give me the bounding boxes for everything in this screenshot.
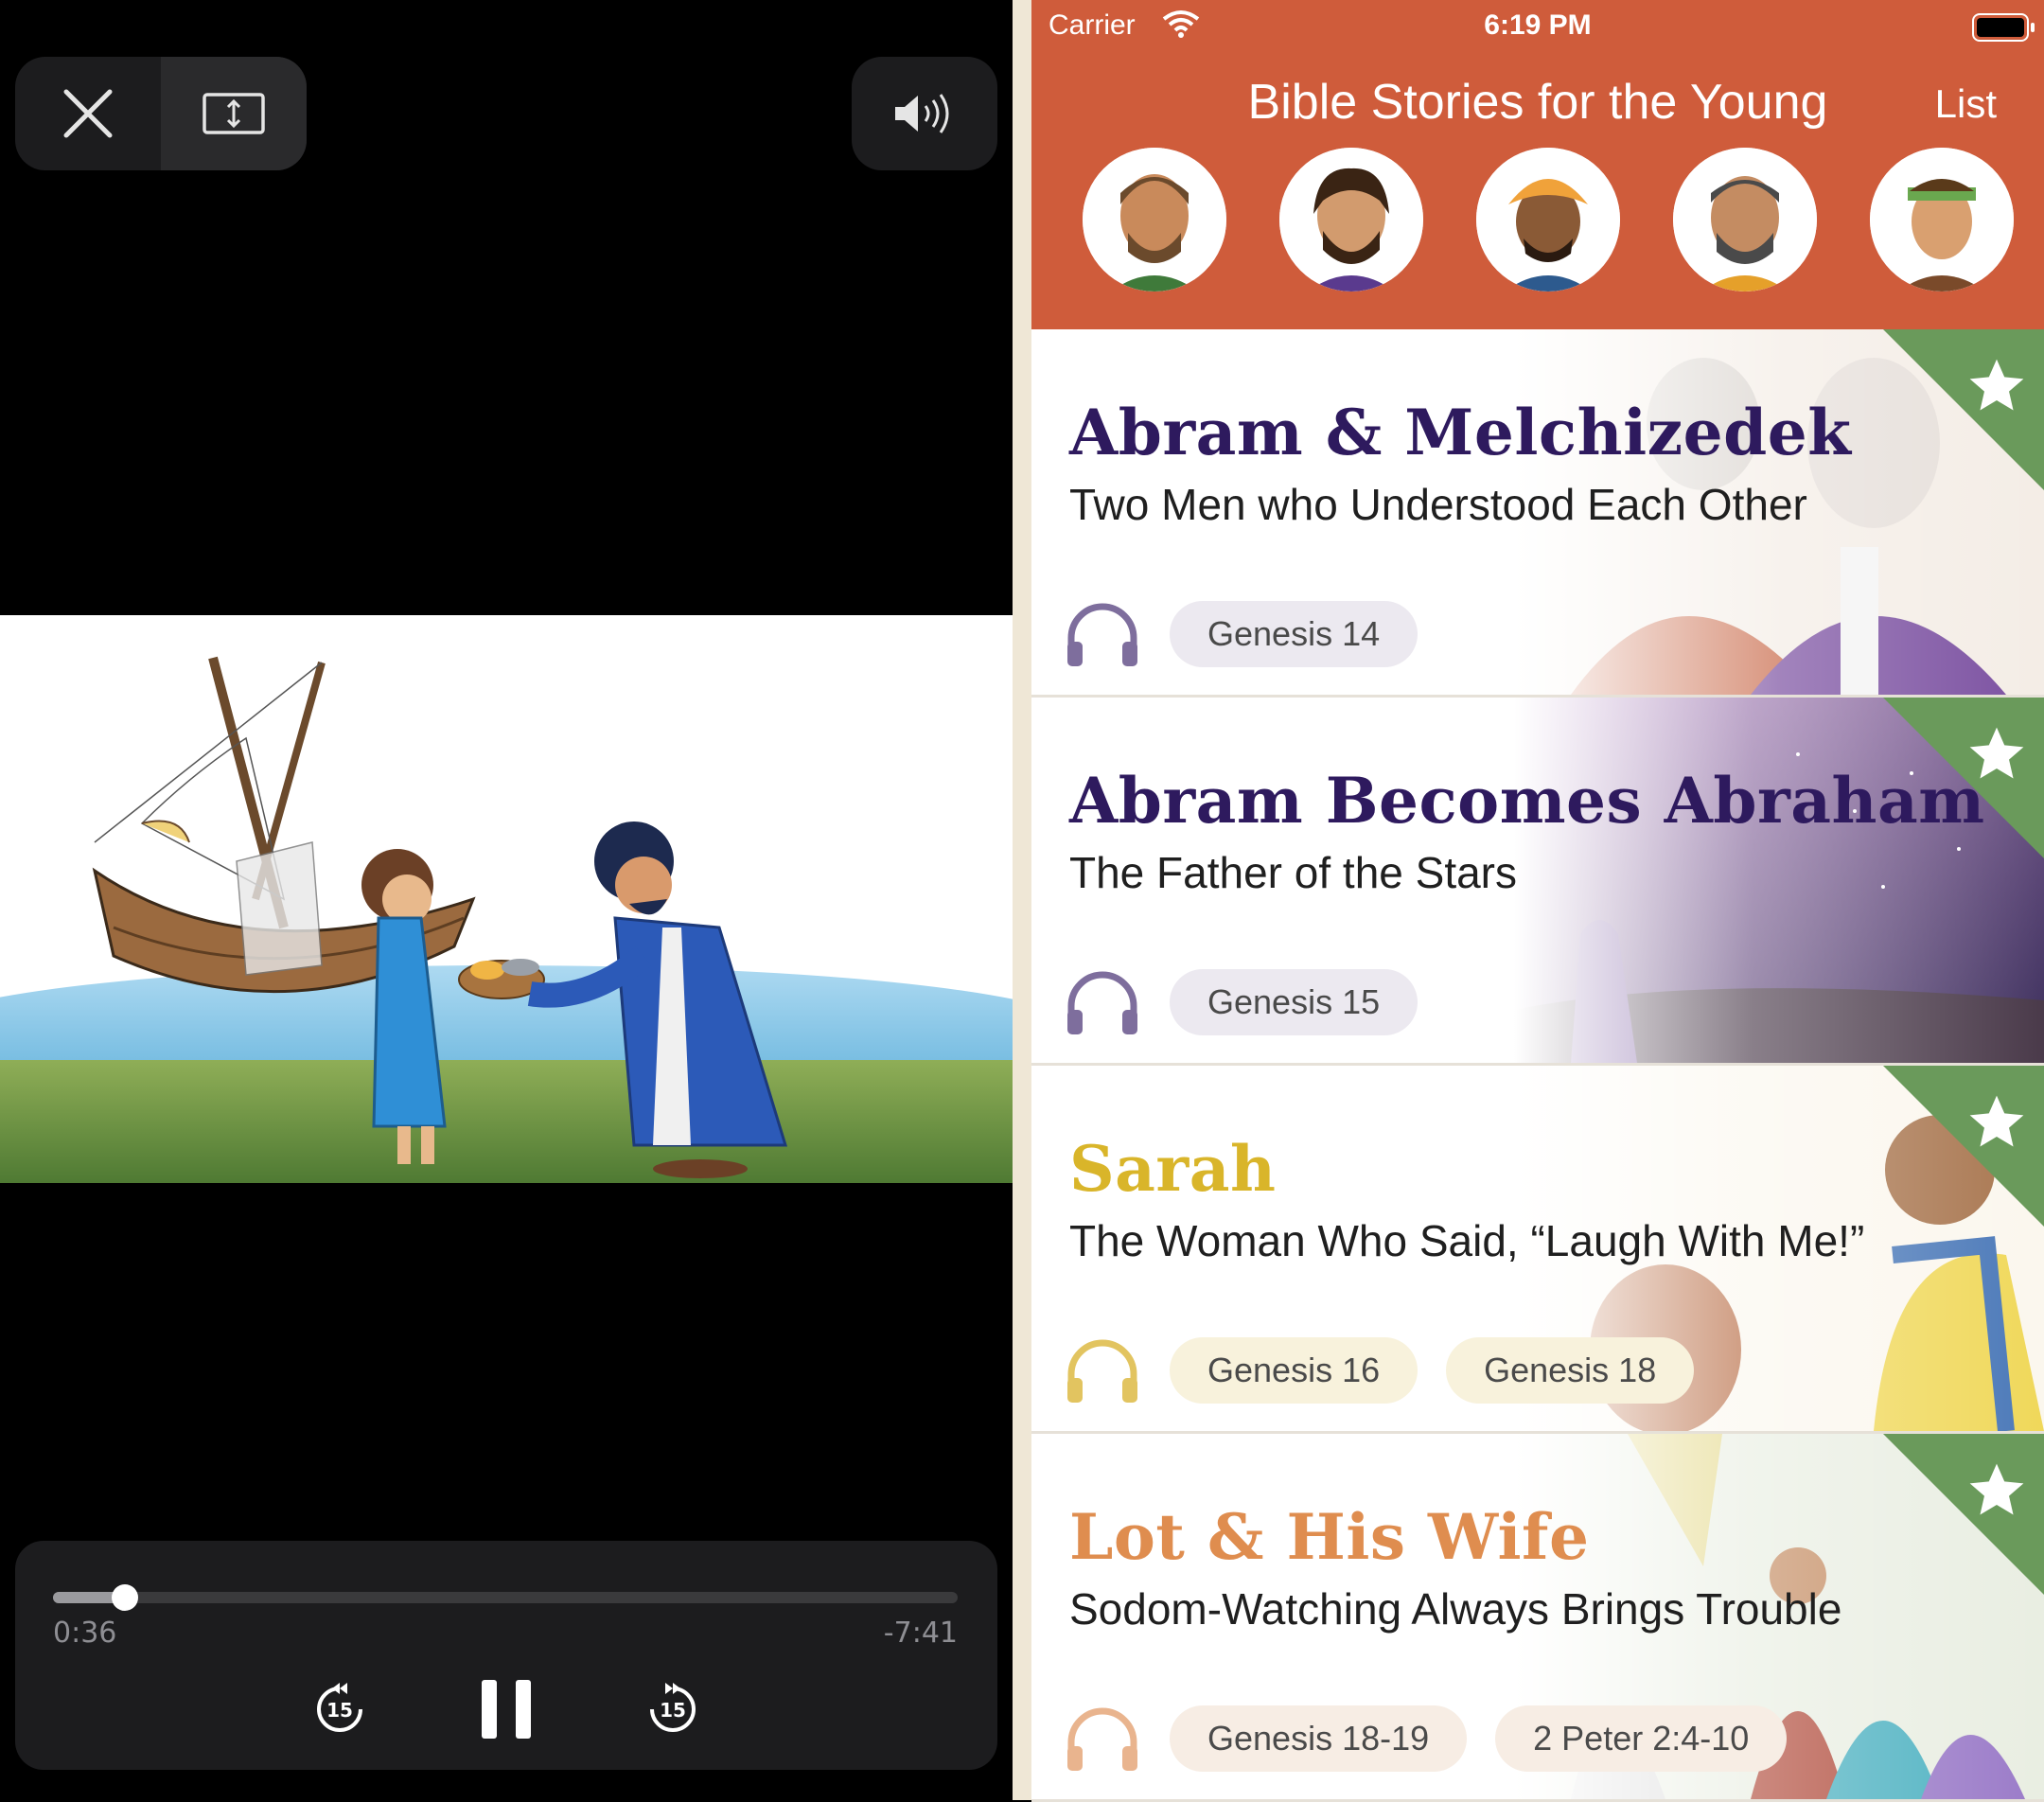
volume-icon [895,94,949,133]
video-frame[interactable] [0,615,1013,1183]
star-icon[interactable] [1965,354,2029,418]
story-title: Lot & His Wife [1069,1500,1590,1574]
close-icon [63,89,113,138]
bible-stories-app: Carrier 6:19 PM Bible Stories for the Yo… [1013,0,2044,1802]
character-face-icon [1083,148,1226,292]
avatar-2[interactable] [1279,148,1423,292]
reference-pill[interactable]: Genesis 18-19 [1170,1705,1468,1772]
status-time: 6:19 PM [1484,9,1592,41]
story-subtitle: Two Men who Understood Each Other [1069,480,1807,529]
reference-pill[interactable]: Genesis 15 [1170,969,1418,1035]
story-subtitle: The Father of the Stars [1069,848,1518,897]
video-illustration [0,615,1013,1183]
star-icon[interactable] [1965,1458,2029,1523]
headphones-icon[interactable] [1064,1705,1141,1773]
video-player: 0:36 -7:41 15 15 [0,0,1013,1800]
avatar-5[interactable] [1870,148,2014,292]
battery-icon [1972,13,2035,42]
rewind-15-icon: 15 [317,1683,362,1732]
rewind-seconds: 15 [326,1699,353,1722]
pause-icon [482,1680,531,1739]
avatar-1[interactable] [1083,148,1226,292]
resize-button[interactable] [161,57,307,170]
story-meta: Genesis 18-19 2 Peter 2:4-10 [1064,1705,1788,1773]
rewind-button[interactable]: 15 [294,1664,385,1755]
headphones-icon[interactable] [1064,1336,1141,1404]
reference-pill[interactable]: Genesis 18 [1446,1337,1695,1404]
character-face-icon [1870,148,2014,292]
story-meta: Genesis 14 [1064,600,1418,668]
remaining-time: -7:41 [883,1616,958,1650]
star-icon[interactable] [1965,1090,2029,1155]
forward-button[interactable]: 15 [627,1664,718,1755]
player-top-controls [15,57,307,170]
headphones-icon[interactable] [1064,968,1141,1036]
character-face-icon [1279,148,1423,292]
reference-pill[interactable]: 2 Peter 2:4-10 [1495,1705,1788,1772]
playback-controls: 0:36 -7:41 15 15 [15,1541,997,1770]
app-title: Bible Stories for the Young [1247,75,1828,130]
reference-pill[interactable]: Genesis 14 [1170,601,1418,667]
transport-row: 15 15 [15,1664,997,1755]
forward-15-icon: 15 [650,1683,696,1732]
character-face-icon [1673,148,1817,292]
story-card[interactable]: Sarah The Woman Who Said, “Laugh With Me… [1031,1066,2044,1434]
avatar-3[interactable] [1476,148,1620,292]
current-time: 0:36 [53,1616,117,1650]
resize-icon [203,93,265,134]
story-meta: Genesis 15 [1064,968,1418,1036]
avatar-4[interactable] [1673,148,1817,292]
character-face-icon [1476,148,1620,292]
close-button[interactable] [15,57,161,170]
pause-button[interactable] [461,1664,552,1755]
story-subtitle: The Woman Who Said, “Laugh With Me!” [1069,1216,1865,1265]
story-title: Abram Becomes Abraham [1069,764,1985,838]
story-subtitle: Sodom-Watching Always Brings Trouble [1069,1584,1842,1634]
side-strip [1013,0,1031,1800]
story-meta: Genesis 16 Genesis 18 [1064,1336,1695,1404]
headphones-icon[interactable] [1064,600,1141,668]
volume-button[interactable] [852,57,997,170]
story-list: Abram & Melchizedek Two Men who Understo… [1031,329,2044,1802]
story-card[interactable]: Abram & Melchizedek Two Men who Understo… [1031,329,2044,698]
app-header: Carrier 6:19 PM Bible Stories for the Yo… [1031,0,2044,329]
story-card[interactable]: Abram Becomes Abraham The Father of the … [1031,698,2044,1066]
character-avatars [1031,148,2044,299]
progress-track[interactable] [53,1584,958,1611]
story-card[interactable]: Lot & His Wife Sodom-Watching Always Bri… [1031,1434,2044,1802]
reference-pill[interactable]: Genesis 16 [1170,1337,1418,1404]
story-title: Abram & Melchizedek [1069,396,1852,469]
scrubber-thumb[interactable] [112,1584,139,1611]
list-button[interactable]: List [1935,81,1997,127]
forward-seconds: 15 [660,1699,686,1722]
status-bar: Carrier 6:19 PM [1031,0,2044,53]
story-title: Sarah [1069,1132,1277,1206]
